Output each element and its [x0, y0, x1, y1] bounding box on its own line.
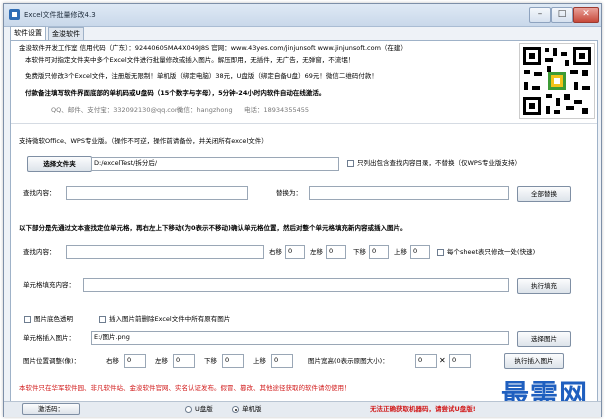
execute-insert-image-button[interactable]: 执行插入图片 [504, 353, 564, 369]
locate-find-label: 查找内容： [23, 248, 56, 256]
pos-up-input[interactable]: 0 [271, 354, 293, 368]
usb-radio[interactable] [185, 406, 192, 413]
position-label: 图片位置调整(像)： [23, 357, 81, 365]
locate-left-input[interactable]: 0 [326, 245, 346, 259]
image-path-input[interactable]: E:/图片.png [91, 331, 509, 345]
close-button[interactable]: ✕ [573, 7, 599, 23]
window-title: Excel文件批量修改4.3 [24, 11, 96, 19]
app-icon [9, 9, 20, 20]
delete-images-label: 插入图片前删除Excel文件中所有原有图片 [109, 315, 231, 323]
locate-down-label: 下移 [353, 248, 366, 256]
pos-up-label: 上移 [253, 357, 266, 365]
locate-down-input[interactable]: 0 [369, 245, 389, 259]
divider [11, 123, 597, 124]
intro-text: 本软件可对指定文件夹中多个Excel文件进行批量修改或插入图片。解压即用，无插件… [25, 56, 355, 64]
delete-images-checkbox[interactable] [99, 316, 106, 323]
contact-phone: 电话：18934355455 [244, 106, 309, 114]
pos-left-label: 左移 [155, 357, 168, 365]
image-width-input[interactable]: 0 [415, 354, 437, 368]
execute-fill-button[interactable]: 执行填充 [517, 278, 571, 294]
payment-note: 付款备注填写软件界面底部的单机码或U盘码（15个数字与字母），5分钟-24小时内… [25, 89, 326, 97]
find-input[interactable] [66, 186, 248, 200]
replace-input[interactable] [309, 186, 509, 200]
support-note: 支持微软Office、WPS专业版。（操作不可逆，操作前请备份，并关闭所有exc… [19, 137, 268, 145]
studio-info: 金浚软件开发工作室 信用代码（广东）：92440605MA4X049J8S 官网… [19, 44, 407, 52]
image-height-input[interactable]: 0 [449, 354, 471, 368]
machine-code-warning: 无法正确获取机器码，请尝试U盘版! [370, 405, 476, 413]
status-bar: 激活码： U盘版 单机版 无法正确获取机器码，请尝试U盘版! [4, 401, 601, 417]
pos-left-input[interactable]: 0 [173, 354, 195, 368]
choose-image-button[interactable]: 选择图片 [517, 331, 571, 347]
pos-right-input[interactable]: 0 [124, 354, 146, 368]
tab-jinjun-software[interactable]: 金浚软件 [48, 27, 84, 40]
replace-all-button[interactable]: 全部替换 [517, 186, 571, 202]
transparent-bg-checkbox[interactable] [24, 316, 31, 323]
contact-qq: QQ、邮件、支付宝：332092130@qq.com [51, 106, 182, 114]
locate-note: 以下部分是先通过文本查找定位单元格，再右左上下移动(为0表示不移动)确认单元格位… [19, 224, 407, 232]
minimize-button[interactable]: – [529, 7, 551, 23]
size-label: 图片宽高(0表示原图大小)： [308, 357, 389, 365]
size-separator: ✕ [439, 356, 446, 365]
insert-image-label: 单元格插入图片： [23, 334, 75, 342]
standalone-radio[interactable] [232, 406, 239, 413]
choose-folder-button[interactable]: 选择文件夹 [27, 156, 92, 172]
fill-input[interactable] [83, 278, 509, 292]
transparent-bg-label: 图片底色透明 [34, 315, 73, 323]
only-list-label: 只列出包含查找内容目录，不替换（仅WPS专业版支持） [357, 159, 521, 167]
settings-panel: 金浚软件开发工作室 信用代码（广东）：92440605MA4X049J8S 官网… [10, 40, 598, 412]
maximize-button[interactable]: □ [551, 7, 573, 23]
locate-find-input[interactable] [66, 245, 264, 259]
title-bar: Excel文件批量修改4.3 – □ ✕ [4, 4, 601, 27]
pos-down-input[interactable]: 0 [222, 354, 244, 368]
usb-radio-label: U盘版 [195, 405, 213, 413]
standalone-radio-label: 单机版 [242, 405, 262, 413]
footer-warning-note: 本软件只在华军软件园、非凡软件站、金浚软件官网、实名认证发布。假冒、篡改、其他途… [19, 384, 351, 392]
app-window: Excel文件批量修改4.3 – □ ✕ 软件设置 金浚软件 金浚软件开发工作室… [3, 3, 602, 417]
locate-up-label: 上移 [394, 248, 407, 256]
locate-right-label: 右移 [269, 248, 282, 256]
locate-left-label: 左移 [310, 248, 323, 256]
each-sheet-checkbox[interactable] [437, 249, 444, 256]
pos-down-label: 下移 [204, 357, 217, 365]
replace-label: 替换为： [276, 189, 302, 197]
each-sheet-label: 每个sheet表只修改一处(快速) [447, 248, 536, 256]
locate-up-input[interactable]: 0 [410, 245, 430, 259]
find-label: 查找内容： [23, 189, 56, 197]
only-list-checkbox[interactable] [347, 160, 354, 167]
qr-code-icon [519, 43, 595, 119]
pos-right-label: 右移 [106, 357, 119, 365]
folder-path-input[interactable]: D:/excelTest/拆分后/ [91, 157, 339, 171]
tab-settings[interactable]: 软件设置 [10, 26, 46, 41]
fill-label: 单元格填充内容： [23, 281, 75, 289]
locate-right-input[interactable]: 0 [285, 245, 305, 259]
activation-code-button[interactable]: 激活码： [22, 403, 80, 415]
contact-wechat: 微信：hangzhong [177, 106, 233, 114]
pricing-text: 免费版只修改3个Excel文件，注册版无限制！单机版（绑定电脑）38元，U盘版（… [25, 72, 378, 80]
